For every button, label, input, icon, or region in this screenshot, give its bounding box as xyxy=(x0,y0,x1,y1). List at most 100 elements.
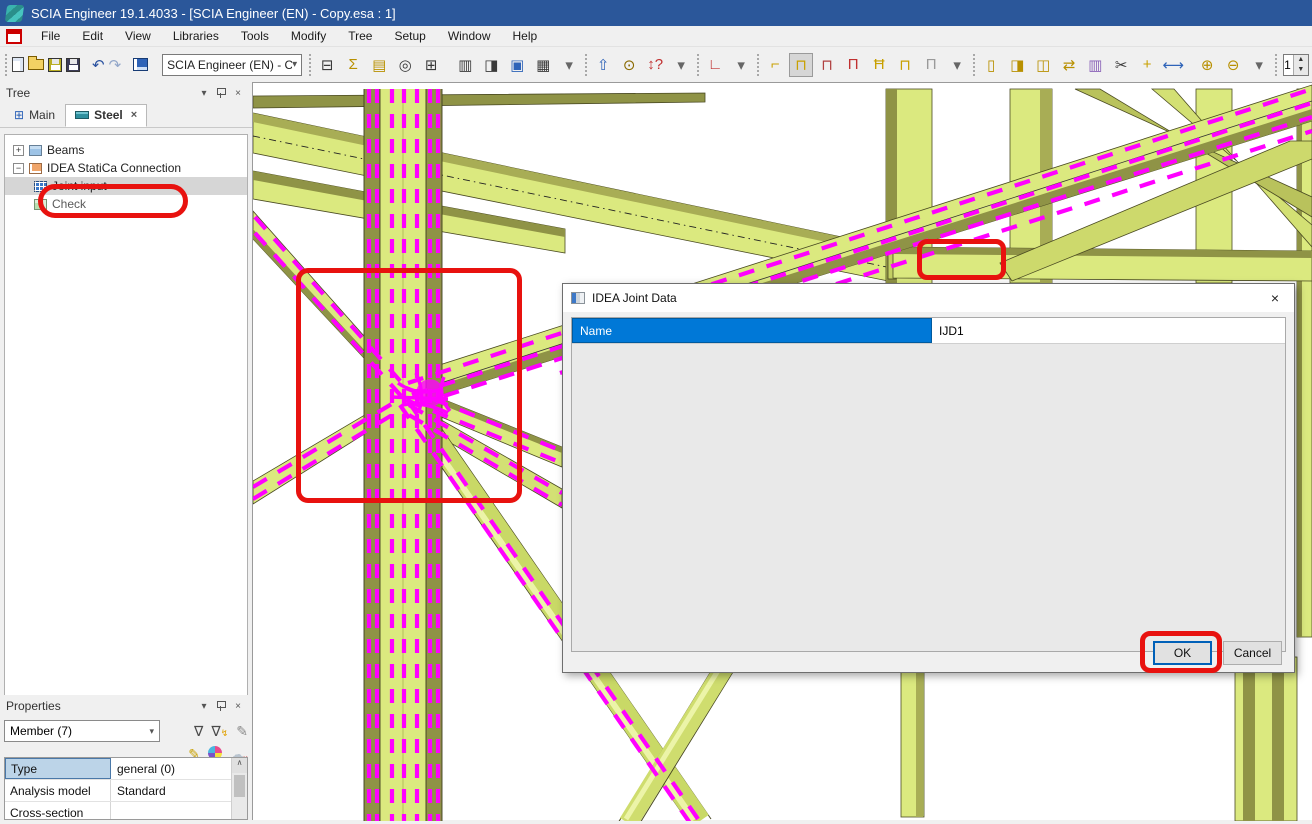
menu-view[interactable]: View xyxy=(114,27,162,45)
swap-member-icon[interactable]: ⇄ xyxy=(1057,53,1081,77)
expand-icon[interactable]: + xyxy=(13,145,24,156)
ucs-axes-icon[interactable]: ∟ xyxy=(703,53,727,77)
property-label[interactable]: Type xyxy=(5,758,111,779)
menu-file[interactable]: File xyxy=(30,27,71,45)
table-icon[interactable]: ⊞ xyxy=(419,53,443,77)
overflow-arrow-icon[interactable]: ▾ xyxy=(1247,53,1271,77)
overflow-arrow-icon[interactable]: ▾ xyxy=(729,53,753,77)
export-icon[interactable]: ⇧ xyxy=(591,53,615,77)
panel-collapse-icon[interactable]: ▾ xyxy=(196,701,212,712)
feather-icon[interactable]: ✎ xyxy=(236,723,248,740)
remove-node-icon[interactable]: ⊖ xyxy=(1221,53,1245,77)
filter-active-icon[interactable]: ∇ xyxy=(211,723,228,740)
spinner-down-icon[interactable]: ▼ xyxy=(1294,65,1308,75)
toolbar-grip[interactable] xyxy=(757,54,759,76)
toolbar-grip[interactable] xyxy=(585,54,587,76)
frame-grey-icon[interactable]: Π xyxy=(919,53,943,77)
toolbar-grip[interactable] xyxy=(973,54,975,76)
gallery-icon[interactable]: ▦ xyxy=(531,53,555,77)
frame-xy-icon[interactable]: ⊓ xyxy=(893,53,917,77)
dialog-titlebar[interactable]: IDEA Joint Data × xyxy=(563,284,1294,312)
tab-close-icon[interactable]: × xyxy=(131,109,137,121)
toolbar-grip[interactable] xyxy=(309,54,311,76)
overflow-arrow-icon[interactable]: ▾ xyxy=(945,53,969,77)
environment-combobox[interactable]: SCIA Engineer (EN) - Cop ▾ xyxy=(162,54,302,76)
filter-icon[interactable]: ∇ xyxy=(194,723,203,740)
trim-icon[interactable]: ✂ xyxy=(1109,53,1133,77)
connection-icon[interactable]: ⊓ xyxy=(789,53,813,77)
tab-steel[interactable]: Steel × xyxy=(65,104,147,127)
selection-type-combobox[interactable]: Member (7) ▾ xyxy=(4,720,160,742)
tree-item-beams[interactable]: + Beams xyxy=(5,141,247,159)
menu-window[interactable]: Window xyxy=(437,27,502,45)
property-value[interactable] xyxy=(111,802,247,820)
menu-tools[interactable]: Tools xyxy=(230,27,280,45)
tree-item-joint-input[interactable]: Joint input xyxy=(5,177,247,195)
menu-edit[interactable]: Edit xyxy=(71,27,114,45)
toolbar-grip[interactable] xyxy=(697,54,699,76)
open-project-button[interactable] xyxy=(27,53,45,77)
property-row-partial[interactable]: Cross-section xyxy=(5,802,247,820)
property-value[interactable]: Standard xyxy=(111,780,231,801)
collapse-icon[interactable]: − xyxy=(13,163,24,174)
panel-close-icon[interactable]: × xyxy=(230,701,246,712)
intersect-icon[interactable]: + xyxy=(1135,53,1159,77)
spinner-up-icon[interactable]: ▲ xyxy=(1294,55,1308,65)
stripe-member-icon[interactable]: ▥ xyxy=(1083,53,1107,77)
name-field-value[interactable]: IJD1 xyxy=(932,318,1285,343)
toolbar-grip[interactable] xyxy=(5,54,7,76)
save-button[interactable] xyxy=(65,53,81,77)
scale-spinner[interactable]: 1 ▲▼ xyxy=(1283,54,1309,76)
stretch-icon[interactable]: ⟷ xyxy=(1161,53,1185,77)
ok-button[interactable]: OK xyxy=(1153,641,1212,665)
name-field-row[interactable]: Name IJD1 xyxy=(572,318,1285,344)
menu-setup[interactable]: Setup xyxy=(383,27,436,45)
menu-modify[interactable]: Modify xyxy=(280,27,337,45)
target-icon[interactable]: ◎ xyxy=(393,53,417,77)
copy-member-icon[interactable]: ◨ xyxy=(1005,53,1029,77)
haunch-icon[interactable]: ⌐ xyxy=(763,53,787,77)
overflow-arrow-icon[interactable]: ▾ xyxy=(557,53,581,77)
overflow-arrow-icon[interactable]: ▾ xyxy=(669,53,693,77)
property-row-type[interactable]: Type general (0) ▾ xyxy=(5,758,247,780)
connection-grid-icon[interactable]: ⊓ xyxy=(815,53,839,77)
menu-tree[interactable]: Tree xyxy=(337,27,383,45)
undo-button[interactable]: ↶ xyxy=(91,53,106,77)
mirror-member-icon[interactable]: ◫ xyxy=(1031,53,1055,77)
menu-libraries[interactable]: Libraries xyxy=(162,27,230,45)
scrollbar-thumb[interactable] xyxy=(234,775,245,797)
toolbar-grip[interactable] xyxy=(1275,54,1277,76)
bolted-frame-icon[interactable]: Ħ xyxy=(867,53,891,77)
property-row-analysis-model[interactable]: Analysis model Standard ▾ xyxy=(5,780,247,802)
panel-pin-icon[interactable] xyxy=(216,701,226,711)
new-project-button[interactable] xyxy=(11,53,25,77)
frame-red-icon[interactable]: Π xyxy=(841,53,865,77)
panel-collapse-icon[interactable]: ▾ xyxy=(196,88,212,99)
tree-item-idea-statica[interactable]: − IDEA StatiCa Connection xyxy=(5,159,247,177)
properties-scrollbar[interactable]: ∧ xyxy=(231,758,247,819)
sum-icon[interactable]: Σ xyxy=(341,53,365,77)
printer-icon[interactable]: ▥ xyxy=(453,53,477,77)
property-label[interactable]: Analysis model xyxy=(5,780,111,801)
property-label[interactable]: Cross-section xyxy=(5,802,111,820)
menu-help[interactable]: Help xyxy=(502,27,549,45)
dialog-close-icon[interactable]: × xyxy=(1264,290,1286,306)
tree-item-check[interactable]: Check xyxy=(5,195,247,213)
move-member-icon[interactable]: ▯ xyxy=(979,53,1003,77)
document-app-icon[interactable] xyxy=(6,29,22,44)
add-node-icon[interactable]: ⊕ xyxy=(1195,53,1219,77)
paste-icon[interactable]: ▤ xyxy=(367,53,391,77)
redo-button[interactable]: ↷ xyxy=(108,53,123,77)
panel-pin-icon[interactable] xyxy=(216,88,226,98)
property-value[interactable]: general (0) xyxy=(111,758,231,779)
zoom-doc-icon[interactable]: ⊙ xyxy=(617,53,641,77)
print-preview-icon[interactable]: ◨ xyxy=(479,53,503,77)
save-as-button[interactable] xyxy=(47,53,63,77)
tab-main[interactable]: ⊞ Main xyxy=(4,104,65,127)
scroll-up-icon[interactable]: ∧ xyxy=(232,758,247,773)
dimension-icon[interactable]: ↕? xyxy=(643,53,667,77)
cancel-button[interactable]: Cancel xyxy=(1223,641,1282,665)
document-icon[interactable]: ▣ xyxy=(505,53,529,77)
panel-close-icon[interactable]: × xyxy=(230,88,246,99)
layers-icon[interactable]: ⊟ xyxy=(315,53,339,77)
